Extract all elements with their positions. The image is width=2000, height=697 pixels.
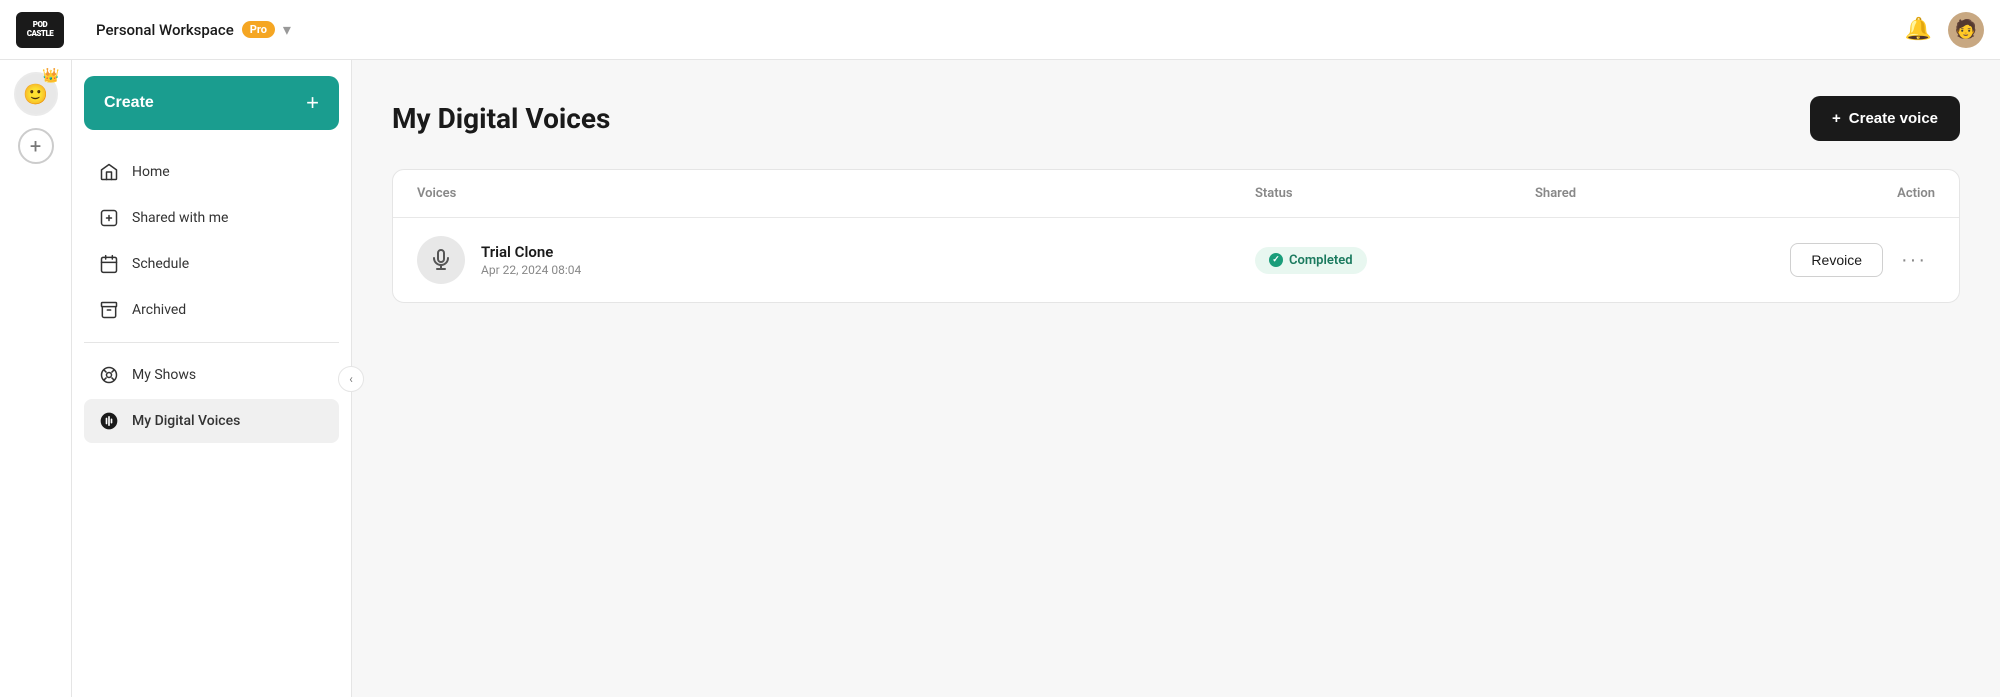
- podcastle-logo: PODCASTLE: [16, 12, 64, 48]
- voice-cell: Trial Clone Apr 22, 2024 08:04: [417, 236, 1255, 284]
- sidebar-item-archived-label: Archived: [132, 302, 186, 318]
- topbar-right: 🔔 🧑: [1905, 12, 1984, 48]
- notification-bell-icon[interactable]: 🔔: [1905, 17, 1932, 42]
- sidebar-item-archived[interactable]: Archived: [84, 288, 339, 332]
- action-cell: Revoice ···: [1735, 243, 1935, 277]
- table-row: Trial Clone Apr 22, 2024 08:04 ✓ Complet…: [393, 218, 1959, 302]
- status-badge: ✓ Completed: [1255, 247, 1367, 274]
- sidebar-item-shared[interactable]: Shared with me: [84, 196, 339, 240]
- create-button-label: Create: [104, 94, 154, 112]
- icon-bar: 🙂 👑 +: [0, 60, 72, 697]
- create-button[interactable]: Create +: [84, 76, 339, 130]
- more-options-button[interactable]: ···: [1893, 245, 1935, 276]
- shared-icon: [98, 207, 120, 229]
- sidebar-item-mydigitalvoices[interactable]: My Digital Voices: [84, 399, 339, 443]
- create-voice-plus-icon: +: [1832, 110, 1841, 127]
- workspace-avatar-icon[interactable]: 🙂 👑: [14, 72, 58, 116]
- primary-nav: Home Shared with me: [84, 150, 339, 332]
- main-layout: 🙂 👑 + Create + Home: [0, 60, 2000, 697]
- sidebar-item-myshows-label: My Shows: [132, 367, 196, 383]
- sidebar-collapse-button[interactable]: ‹: [338, 366, 364, 392]
- home-icon: [98, 161, 120, 183]
- schedule-icon: [98, 253, 120, 275]
- topbar: PODCASTLE Personal Workspace Pro ▾ 🔔 🧑: [0, 0, 2000, 60]
- page-title: My Digital Voices: [392, 102, 610, 135]
- main-content: My Digital Voices + Create voice Voices …: [352, 60, 2000, 697]
- voice-date: Apr 22, 2024 08:04: [481, 263, 581, 277]
- status-cell: ✓ Completed: [1255, 247, 1535, 274]
- sidebar-item-home-label: Home: [132, 164, 170, 180]
- pro-badge: Pro: [242, 21, 275, 38]
- sidebar-item-schedule-label: Schedule: [132, 256, 189, 272]
- sidebar-item-schedule[interactable]: Schedule: [84, 242, 339, 286]
- workspace-name: Personal Workspace: [96, 21, 234, 39]
- user-avatar[interactable]: 🧑: [1948, 12, 1984, 48]
- col-header-status: Status: [1255, 186, 1535, 201]
- workspace-dropdown-icon[interactable]: ▾: [283, 20, 291, 39]
- col-header-action: Action: [1735, 186, 1935, 201]
- sidebar-item-shared-label: Shared with me: [132, 210, 228, 226]
- crown-badge-icon: 👑: [42, 68, 59, 84]
- status-label: Completed: [1289, 253, 1353, 268]
- logo-area: PODCASTLE: [16, 12, 96, 48]
- col-header-voices: Voices: [417, 186, 1255, 201]
- sidebar-item-home[interactable]: Home: [84, 150, 339, 194]
- create-button-plus-icon: +: [306, 90, 319, 116]
- status-dot-icon: ✓: [1269, 253, 1283, 267]
- table-header: Voices Status Shared Action: [393, 170, 1959, 218]
- page-header: My Digital Voices + Create voice: [392, 96, 1960, 141]
- add-workspace-button[interactable]: +: [18, 128, 54, 164]
- voice-info: Trial Clone Apr 22, 2024 08:04: [481, 243, 581, 277]
- sidebar: Create + Home: [72, 60, 352, 697]
- voice-avatar-icon: [417, 236, 465, 284]
- revoice-button[interactable]: Revoice: [1790, 243, 1883, 277]
- myshows-icon: [98, 364, 120, 386]
- mydigitalvoices-icon: [98, 410, 120, 432]
- create-voice-button-label: Create voice: [1849, 110, 1938, 127]
- archived-icon: [98, 299, 120, 321]
- voices-table: Voices Status Shared Action: [392, 169, 1960, 303]
- sidebar-item-mydigitalvoices-label: My Digital Voices: [132, 413, 240, 429]
- sidebar-item-myshows[interactable]: My Shows: [84, 353, 339, 397]
- nav-divider: [84, 342, 339, 343]
- secondary-nav: My Shows My Digital Voices: [84, 353, 339, 443]
- workspace-info: Personal Workspace Pro ▾: [96, 20, 1905, 39]
- create-voice-button[interactable]: + Create voice: [1810, 96, 1960, 141]
- col-header-shared: Shared: [1535, 186, 1735, 201]
- voice-name: Trial Clone: [481, 243, 581, 261]
